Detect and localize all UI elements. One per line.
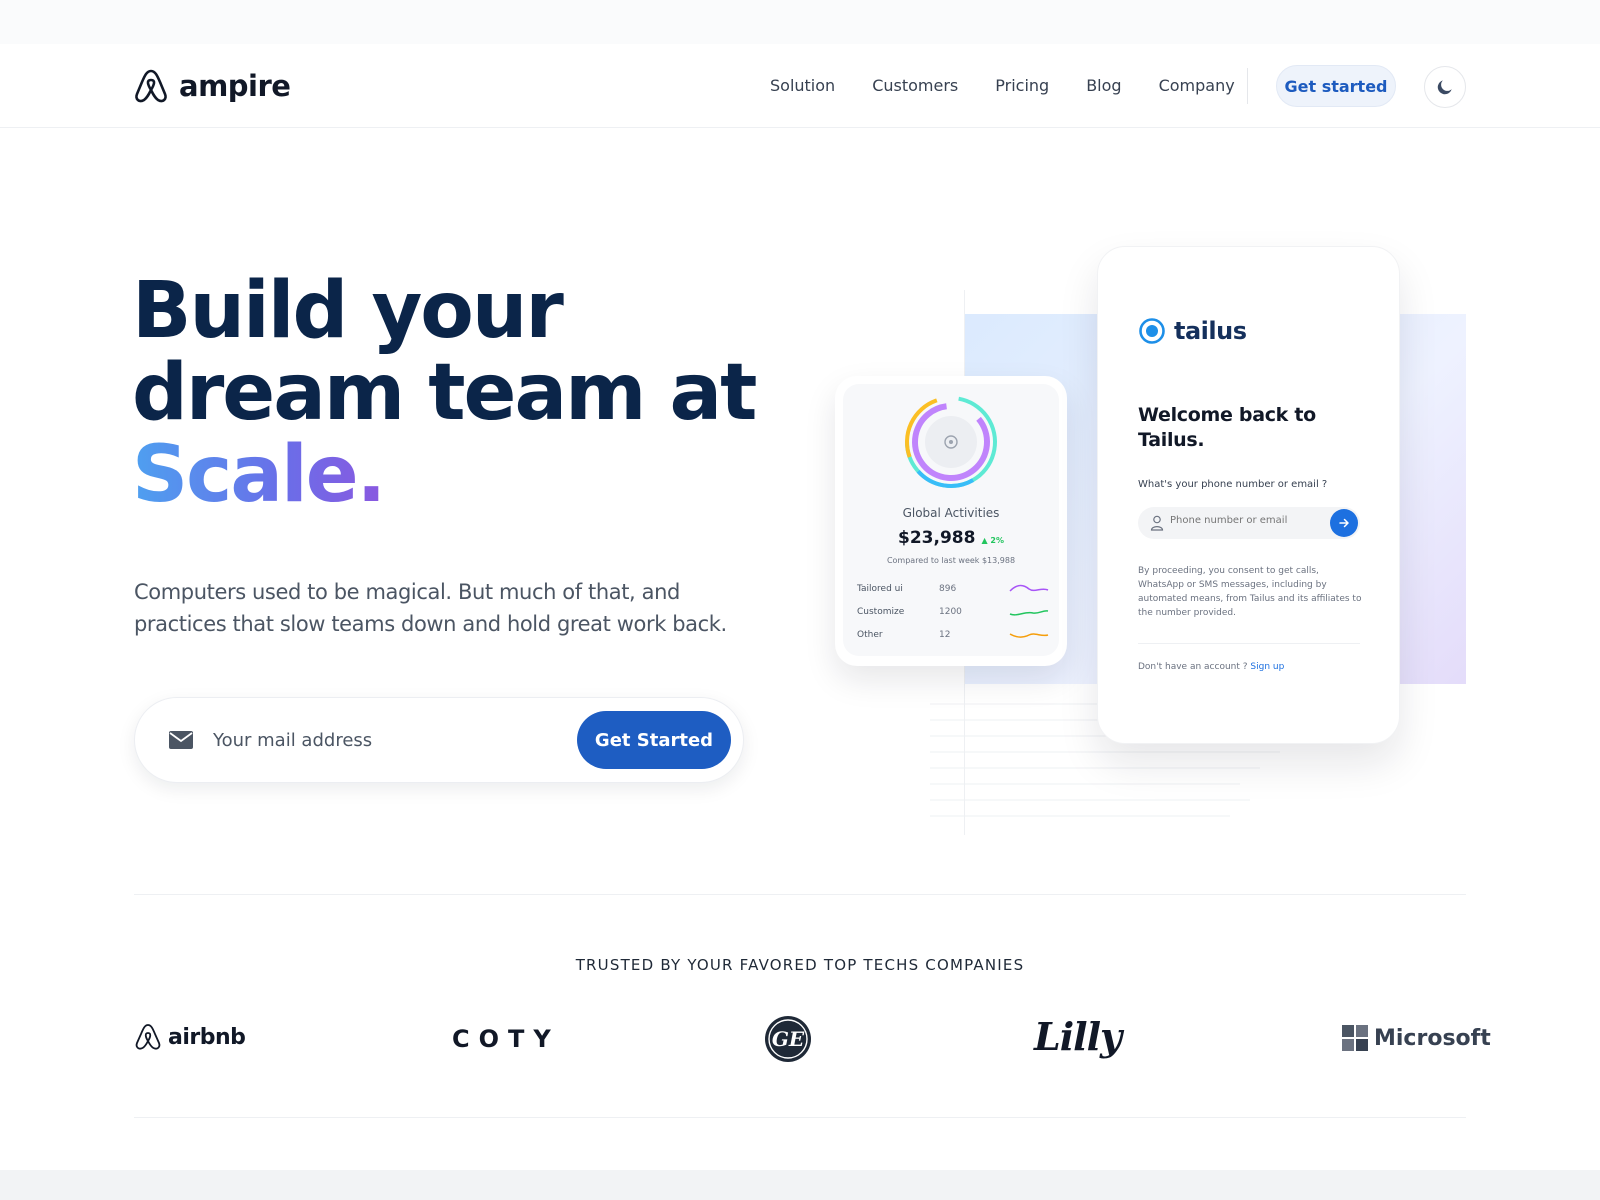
- submit-arrow-button[interactable]: [1330, 509, 1358, 537]
- signup-link[interactable]: Sign up: [1250, 662, 1284, 672]
- stats-row-value: 12: [939, 630, 951, 640]
- tailus-brand-name: tailus: [1174, 317, 1247, 345]
- section-divider: [134, 894, 1466, 895]
- signup-prompt-text: Don't have an account ?: [1138, 662, 1248, 672]
- get-started-header-button[interactable]: Get started: [1276, 65, 1396, 107]
- trusted-title: TRUSTED BY YOUR FAVORED TOP TECHS COMPAN…: [575, 956, 1025, 974]
- stats-row: Customize 1200: [857, 603, 1049, 623]
- stats-trend-badge: ▲ 2%: [981, 536, 1004, 545]
- brand-coty: COTY: [452, 1025, 560, 1053]
- stats-comparison: Compared to last week $13,988: [886, 556, 1016, 565]
- microsoft-wordmark: Microsoft: [1374, 1025, 1491, 1051]
- mail-icon: [169, 731, 193, 749]
- hero-title: Build your dream team at Scale.: [132, 270, 757, 516]
- brand-lilly: Lilly: [1034, 1014, 1122, 1059]
- user-icon: [1150, 515, 1164, 531]
- nav-company[interactable]: Company: [1159, 76, 1235, 95]
- stats-row-label: Tailored ui: [857, 584, 903, 594]
- brand-name: ampire: [179, 69, 291, 103]
- site-header: ampire Solution Customers Pricing Blog C…: [0, 44, 1600, 128]
- phone-email-input[interactable]: [1170, 515, 1320, 526]
- ge-logo-text: GE: [772, 1027, 805, 1051]
- stats-row: Other 12: [857, 626, 1049, 646]
- divider: [1138, 643, 1360, 644]
- nav-blog[interactable]: Blog: [1086, 76, 1121, 95]
- nav-pricing[interactable]: Pricing: [995, 76, 1049, 95]
- get-started-hero-button[interactable]: Get Started: [577, 711, 731, 769]
- stats-value: $23,988 ▲ 2%: [843, 528, 1059, 548]
- nav-divider: [1247, 68, 1248, 104]
- moon-icon: [1437, 80, 1452, 95]
- stats-row-value: 896: [939, 584, 957, 594]
- stats-row-label: Other: [857, 630, 883, 640]
- activity-donut-chart: [905, 396, 997, 488]
- ampire-logo-icon: [135, 69, 167, 103]
- brand-airbnb: airbnb: [134, 1022, 246, 1052]
- hero-description: Computers used to be magical. But much o…: [134, 580, 727, 636]
- main-nav: Solution Customers Pricing Blog Company: [770, 76, 1235, 95]
- brand-microsoft: Microsoft: [1342, 1025, 1491, 1051]
- airbnb-wordmark: airbnb: [168, 1024, 246, 1050]
- email-signup-form: Get Started: [134, 697, 744, 783]
- hero-title-line2: dream team at: [132, 348, 757, 438]
- stats-row: Tailored ui 896: [857, 580, 1049, 600]
- stats-label: Global Activities: [902, 506, 1000, 520]
- theme-toggle-button[interactable]: [1424, 66, 1466, 108]
- ge-logo-icon: GE: [765, 1016, 811, 1062]
- email-input[interactable]: [213, 720, 513, 760]
- signup-prompt: Don't have an account ? Sign up: [1138, 662, 1284, 672]
- bottom-strip: [0, 1170, 1600, 1200]
- hero-title-line1: Build your: [132, 266, 564, 356]
- nav-customers[interactable]: Customers: [872, 76, 958, 95]
- login-question: What's your phone number or email ?: [1138, 479, 1328, 490]
- hero-title-highlight: Scale.: [132, 430, 386, 520]
- activity-stats-card: Global Activities $23,988 ▲ 2% Compared t…: [835, 376, 1067, 666]
- microsoft-logo-icon: [1342, 1025, 1368, 1051]
- stats-row-label: Customize: [857, 607, 905, 617]
- consent-text: By proceeding, you consent to get calls,…: [1138, 566, 1362, 618]
- airbnb-logo-icon: [135, 1024, 161, 1050]
- sparkline-icon: [1009, 633, 1049, 638]
- phone-email-field: [1138, 507, 1360, 539]
- stats-row-value: 1200: [939, 607, 962, 617]
- nav-solution[interactable]: Solution: [770, 76, 835, 95]
- login-title: Welcome back to Tailus.: [1138, 404, 1316, 451]
- arrow-right-icon: [1339, 518, 1349, 528]
- tailus-logo: tailus: [1138, 317, 1247, 345]
- top-strip: [0, 0, 1600, 44]
- brand-logo[interactable]: ampire: [133, 68, 291, 104]
- sparkline-icon: [1009, 584, 1049, 592]
- stats-value-amount: $23,988: [898, 528, 976, 548]
- login-card: tailus Welcome back to Tailus. What's yo…: [1097, 246, 1400, 744]
- section-divider: [134, 1117, 1466, 1118]
- sparkline-icon: [1009, 610, 1049, 616]
- tailus-logo-icon: [1139, 318, 1165, 344]
- brand-ge: GE: [764, 1015, 812, 1063]
